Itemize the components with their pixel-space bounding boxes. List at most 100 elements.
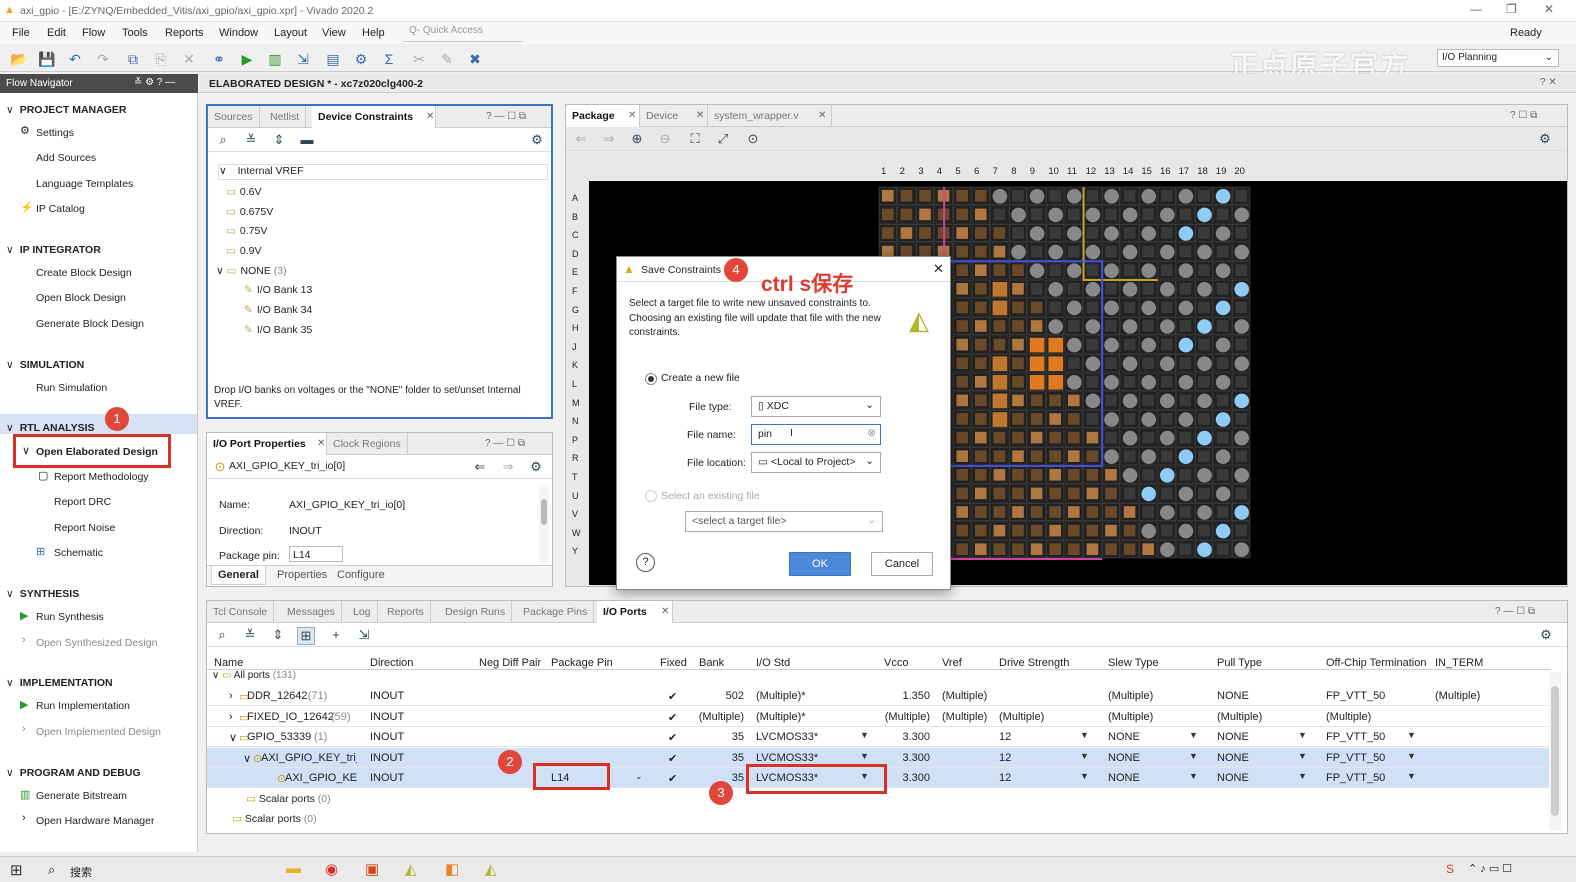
- nav-open-hardware-manager[interactable]: Open Hardware Manager: [36, 815, 154, 827]
- nav-run-synthesis[interactable]: Run Synthesis: [36, 611, 104, 623]
- open-icon[interactable]: 📂: [10, 50, 28, 68]
- gear-icon[interactable]: ⚙: [528, 132, 546, 148]
- chrome-icon[interactable]: ◉: [325, 860, 338, 878]
- tab-messages[interactable]: Messages: [281, 601, 342, 623]
- col-vcco[interactable]: Vcco: [884, 657, 908, 669]
- minus-icon[interactable]: ▬: [298, 132, 316, 147]
- close-tab-icon[interactable]: ✕: [696, 110, 704, 121]
- menu-file[interactable]: File: [12, 27, 30, 39]
- slew-dropdown-icon[interactable]: ▼: [1189, 751, 1198, 761]
- collapse-icon[interactable]: ≚ ⚙ ? —: [134, 77, 175, 88]
- col-name[interactable]: Name: [214, 657, 243, 669]
- tab-netlist[interactable]: Netlist: [264, 106, 307, 128]
- menu-tools[interactable]: Tools: [122, 27, 148, 39]
- section-implementation[interactable]: IMPLEMENTATION: [6, 677, 113, 689]
- add-icon[interactable]: +: [327, 627, 345, 642]
- termination-dropdown-icon[interactable]: ▼: [1407, 771, 1416, 781]
- undo-icon[interactable]: ↶: [66, 50, 84, 68]
- tree-item-0675v[interactable]: ▭ 0.675V: [226, 206, 273, 218]
- sigma-icon[interactable]: Σ: [380, 50, 398, 68]
- all-ports-row[interactable]: ∨ ▭ All ports (131): [212, 670, 296, 681]
- collapse-all-icon[interactable]: ≚: [242, 132, 260, 148]
- section-project-manager[interactable]: PROJECT MANAGER: [6, 104, 127, 116]
- close-icon[interactable]: ✕: [1544, 2, 1554, 16]
- termination-dropdown-icon[interactable]: ▼: [1407, 730, 1416, 740]
- file-type-select[interactable]: ▯ XDC ⌄: [751, 396, 881, 417]
- section-ip-integrator[interactable]: IP INTEGRATOR: [6, 244, 101, 256]
- tab-system-wrapper[interactable]: system_wrapper.v: [708, 105, 832, 127]
- back-icon[interactable]: ⇐: [471, 459, 489, 475]
- pull-dropdown-icon[interactable]: ▼: [1298, 751, 1307, 761]
- run-icon[interactable]: ▶: [238, 50, 256, 68]
- taskbar-search-text[interactable]: 搜索: [70, 864, 92, 880]
- expand-all-icon[interactable]: ⇕: [269, 627, 287, 643]
- cancel-button[interactable]: Cancel: [871, 552, 933, 576]
- panel-window-controls[interactable]: ? ☐ ⧉: [1510, 110, 1537, 121]
- search-icon[interactable]: ⌕: [213, 627, 231, 643]
- tray-app-icon[interactable]: S: [1446, 862, 1454, 876]
- nav-add-sources[interactable]: Add Sources: [36, 152, 96, 164]
- col-off-chip-termination[interactable]: Off-Chip Termination: [1326, 657, 1426, 669]
- report-icon[interactable]: ▤: [324, 50, 342, 68]
- forward-icon[interactable]: ⇒: [499, 459, 517, 475]
- chevron-down-icon[interactable]: ∨: [229, 731, 237, 744]
- tray-icons[interactable]: ⌃ ♪ ▭ ☐: [1468, 862, 1512, 875]
- program-icon[interactable]: ⇲: [294, 50, 312, 68]
- col-io-std[interactable]: I/O Std: [756, 657, 790, 669]
- debug-icon[interactable]: ✖: [466, 50, 484, 68]
- nav-schematic[interactable]: Schematic: [54, 547, 103, 559]
- menu-window[interactable]: Window: [219, 27, 258, 39]
- layout-select[interactable]: I/O Planning ⌄: [1437, 49, 1559, 67]
- slew-dropdown-icon[interactable]: ▼: [1189, 771, 1198, 781]
- redo-icon[interactable]: ↷: [94, 50, 112, 68]
- scalar-ports-row-2[interactable]: ▭ Scalar ports (0): [232, 813, 317, 825]
- tab-clock-regions[interactable]: Clock Regions: [327, 433, 408, 455]
- tab-properties[interactable]: Properties: [271, 569, 333, 581]
- tool-icon[interactable]: ✂: [410, 50, 428, 68]
- settings-icon[interactable]: ⚙: [352, 50, 370, 68]
- section-program-debug[interactable]: PROGRAM AND DEBUG: [6, 767, 141, 779]
- close-tab-icon[interactable]: ✕: [628, 110, 636, 121]
- nav-settings[interactable]: Settings: [36, 127, 74, 139]
- clear-icon[interactable]: ⊗: [867, 427, 876, 439]
- gear-icon[interactable]: ⚙: [1536, 131, 1554, 147]
- maximize-icon[interactable]: ❐: [1506, 2, 1517, 16]
- ok-button[interactable]: OK: [789, 552, 851, 576]
- drive-dropdown-icon[interactable]: ▼: [1080, 730, 1089, 740]
- col-package-pin[interactable]: Package Pin: [551, 657, 613, 669]
- zoom-out-icon[interactable]: ⊖: [656, 131, 674, 147]
- back-icon[interactable]: ⇐: [572, 131, 590, 147]
- panel-window-controls[interactable]: ? — ☐ ⧉: [1495, 606, 1535, 617]
- target-file-select[interactable]: <select a target file> ⌄: [685, 511, 883, 532]
- zoom-fit-icon[interactable]: ⛶: [686, 131, 704, 147]
- tree-item-09v[interactable]: ▭ 0.9V: [226, 245, 262, 257]
- col-fixed[interactable]: Fixed: [660, 657, 687, 669]
- minimize-icon[interactable]: —: [1470, 2, 1482, 16]
- menu-reports[interactable]: Reports: [165, 27, 204, 39]
- nav-open-implemented-design[interactable]: Open Implemented Design: [36, 726, 161, 738]
- tree-item-bank34[interactable]: ✎ I/O Bank 34: [244, 304, 312, 316]
- copy-icon[interactable]: ⧉: [124, 50, 142, 68]
- vivado-icon[interactable]: ◭: [405, 860, 417, 878]
- nav-open-block-design[interactable]: Open Block Design: [36, 292, 126, 304]
- select-existing-radio[interactable]: [645, 490, 657, 502]
- tab-device-constraints[interactable]: Device Constraints: [312, 106, 436, 128]
- save-icon[interactable]: 💾: [38, 50, 56, 68]
- tree-item-bank13[interactable]: ✎ I/O Bank 13: [244, 284, 312, 296]
- search-icon[interactable]: ⌕: [214, 132, 232, 148]
- section-simulation[interactable]: SIMULATION: [6, 359, 85, 371]
- nav-ip-catalog[interactable]: IP Catalog: [36, 203, 85, 215]
- vitis-icon[interactable]: ◭: [485, 860, 497, 878]
- tab-configure[interactable]: Configure: [331, 569, 391, 581]
- table-row[interactable]: ∨ ▭ GPIO_53339 (1) INOUT ✔ 35 LVCMOS33* 3.300 12…: [207, 727, 1551, 747]
- nav-report-noise[interactable]: Report Noise: [54, 522, 115, 534]
- chevron-right-icon[interactable]: ›: [229, 690, 233, 702]
- tree-item-075v[interactable]: ▭ 0.75V: [226, 225, 267, 237]
- quick-access-input[interactable]: Q- Quick Access: [403, 25, 523, 42]
- nav-generate-bitstream[interactable]: Generate Bitstream: [36, 790, 127, 802]
- section-rtl-analysis[interactable]: RTL ANALYSIS: [6, 422, 95, 434]
- target-icon[interactable]: ⊙: [744, 131, 762, 147]
- nav-run-simulation[interactable]: Run Simulation: [36, 382, 107, 394]
- tab-sources[interactable]: Sources: [208, 106, 260, 128]
- col-bank[interactable]: Bank: [699, 657, 724, 669]
